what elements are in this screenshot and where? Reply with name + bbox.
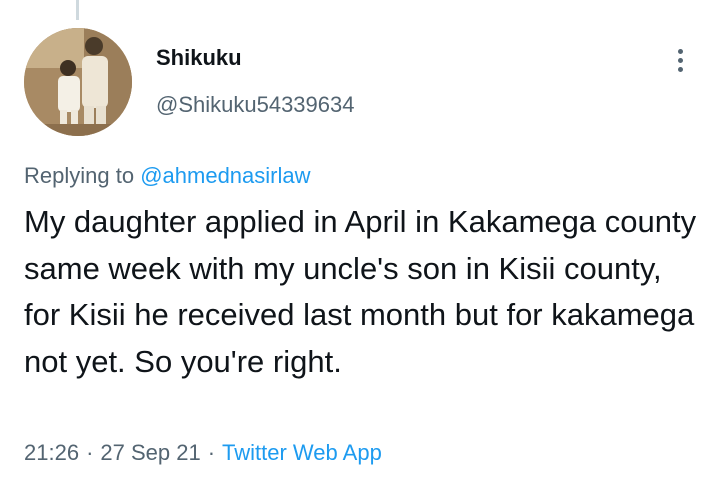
replying-to-line: Replying to @ahmednasirlaw: [24, 163, 311, 189]
tweet-meta: 21:26 · 27 Sep 21 · Twitter Web App: [24, 440, 382, 466]
tweet-date[interactable]: 27 Sep 21: [100, 440, 200, 465]
meta-separator: ·: [86, 440, 94, 465]
meta-separator-2: ·: [207, 440, 216, 465]
more-vertical-icon-dot: [677, 66, 683, 72]
display-name[interactable]: Shikuku: [156, 45, 242, 71]
replying-to-label: Replying to: [24, 163, 135, 188]
tweet-source-link[interactable]: Twitter Web App: [222, 440, 382, 465]
tweet-text: My daughter applied in April in Kakamega…: [24, 204, 697, 379]
profile-photo: [24, 28, 132, 136]
thread-connector-line: [76, 0, 79, 20]
user-handle[interactable]: @Shikuku54339634: [156, 92, 354, 118]
more-vertical-icon-dot: [677, 57, 683, 63]
tweet-time[interactable]: 21:26: [24, 440, 79, 465]
more-options-button[interactable]: [662, 40, 698, 80]
avatar[interactable]: [24, 28, 132, 136]
more-vertical-icon: [677, 48, 683, 54]
reply-mention-link[interactable]: @ahmednasirlaw: [140, 163, 310, 188]
